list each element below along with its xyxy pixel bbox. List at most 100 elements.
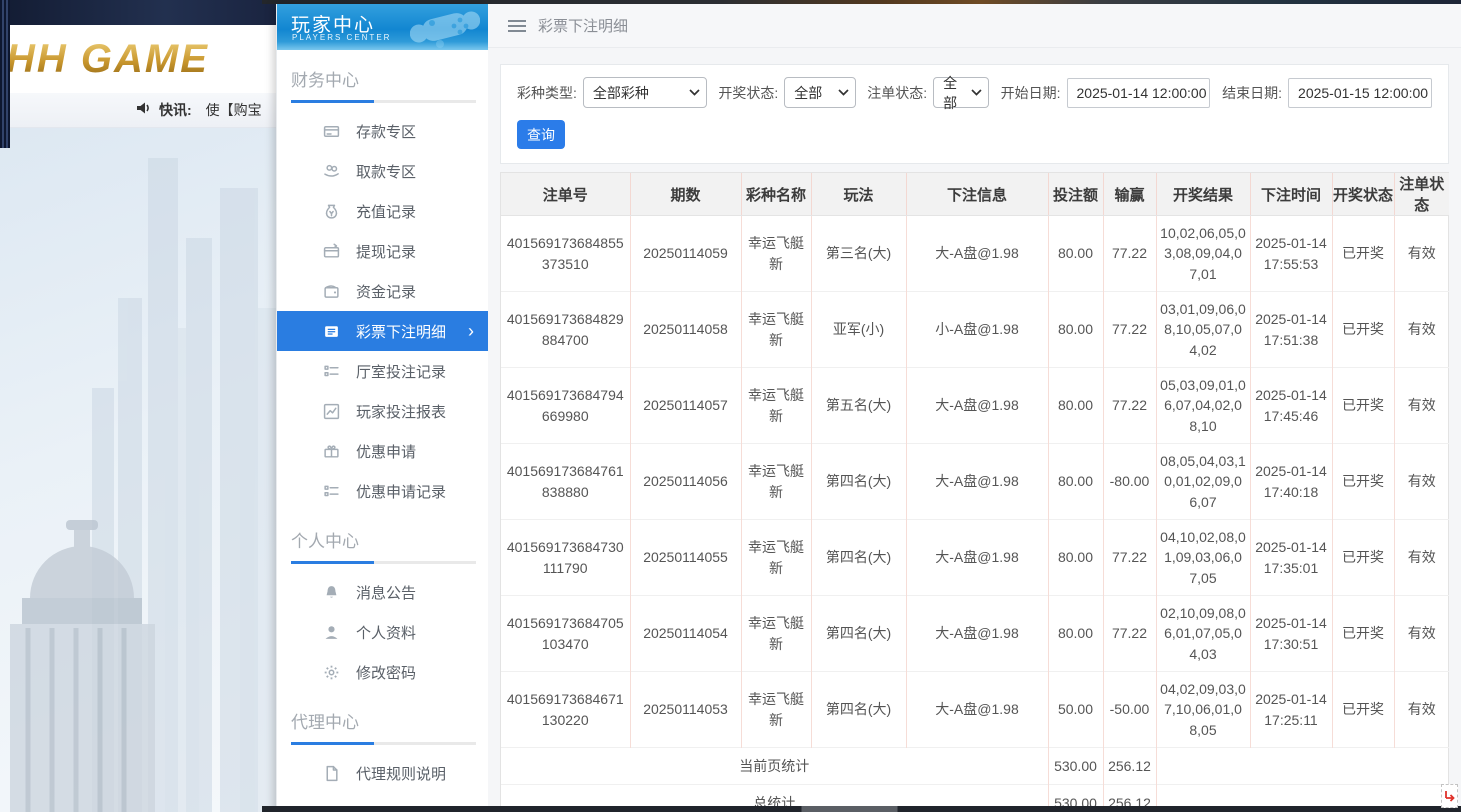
sidebar-item-资金记录[interactable]: 资金记录: [277, 271, 488, 311]
sidebar-item-修改密码[interactable]: 修改密码: [277, 652, 488, 692]
page: HH GAME 快讯: 使【购宝 玩家中心 PLAYERS CENTER: [0, 0, 1461, 812]
column-header-开奖结果: 开奖结果: [1156, 173, 1250, 216]
table-cell: 10,02,06,05,03,08,09,04,07,01: [1156, 216, 1250, 292]
sidebar-subtitle: PLAYERS CENTER: [292, 33, 391, 42]
table-cell: 已开奖: [1332, 368, 1394, 444]
draw-status-select[interactable]: 全部: [784, 77, 855, 108]
column-header-注单状态: 注单状态: [1394, 173, 1449, 216]
table-cell: 2025-01-14 17:40:18: [1250, 444, 1332, 520]
column-header-彩种名称: 彩种名称: [741, 173, 811, 216]
page-title: 彩票下注明细: [538, 15, 628, 36]
table-cell: 80.00: [1048, 520, 1103, 596]
table-cell: -80.00: [1103, 444, 1156, 520]
table-cell: 大-A盘@1.98: [906, 368, 1048, 444]
sidebar-item-label: 玩家投注报表: [356, 401, 446, 422]
order-status-value: 全部: [943, 73, 971, 113]
sidebar-item-厅室投注记录[interactable]: 厅室投注记录: [277, 351, 488, 391]
sidebar-section-title: 代理中心: [291, 708, 476, 733]
table-cell: 04,02,09,03,07,10,06,01,08,05: [1156, 672, 1250, 748]
table-cell: 2025-01-14 17:45:46: [1250, 368, 1332, 444]
column-header-下注信息: 下注信息: [906, 173, 1048, 216]
withdraw-hand-icon: [323, 163, 340, 180]
hamburger-menu-icon[interactable]: [508, 19, 526, 33]
table-cell: 已开奖: [1332, 672, 1394, 748]
sidebar-item-取款专区[interactable]: 取款专区: [277, 151, 488, 191]
sidebar-item-label: 存款专区: [356, 121, 416, 142]
sidebar-item-消息公告[interactable]: 消息公告: [277, 572, 488, 612]
table-cell: 小-A盘@1.98: [906, 292, 1048, 368]
summary-row: 当前页统计530.00256.12: [501, 748, 1449, 785]
table-cell: 77.22: [1103, 596, 1156, 672]
lottery-type-select[interactable]: 全部彩种: [583, 77, 707, 108]
background-bottom-bar: [262, 806, 1461, 812]
end-date-input[interactable]: 2025-01-15 12:00:00: [1288, 78, 1432, 108]
table-cell: 04,10,02,08,01,09,03,06,07,05: [1156, 520, 1250, 596]
lottery-type-label: 彩种类型:: [517, 83, 577, 103]
column-header-期数: 期数: [630, 173, 741, 216]
sidebar-item-彩票下注明细[interactable]: 彩票下注明细›: [277, 311, 488, 351]
sidebar-item-label: 厅室投注记录: [356, 361, 446, 382]
bell-icon: [323, 584, 340, 601]
table-cell: 亚军(小): [811, 292, 906, 368]
table-cell: 20250114056: [630, 444, 741, 520]
table-cell: 80.00: [1048, 368, 1103, 444]
table-cell: 2025-01-14 17:25:11: [1250, 672, 1332, 748]
table-cell: 幸运飞艇新: [741, 520, 811, 596]
table-cell: 幸运飞艇新: [741, 292, 811, 368]
table-row: 40156917368482988470020250114058幸运飞艇新亚军(…: [501, 292, 1449, 368]
sidebar-item-优惠申请[interactable]: 优惠申请: [277, 431, 488, 471]
table-cell: 77.22: [1103, 520, 1156, 596]
table-cell: 大-A盘@1.98: [906, 520, 1048, 596]
table-cell: 80.00: [1048, 292, 1103, 368]
table-cell: 有效: [1394, 216, 1449, 292]
sidebar-section-title: 财务中心: [291, 66, 476, 91]
column-header-下注时间: 下注时间: [1250, 173, 1332, 216]
sidebar-item-优惠申请记录[interactable]: 优惠申请记录: [277, 471, 488, 511]
table-row: 40156917368473011179020250114055幸运飞艇新第四名…: [501, 520, 1449, 596]
table-cell: 大-A盘@1.98: [906, 596, 1048, 672]
gift-icon: [323, 443, 340, 460]
list-icon: [323, 363, 340, 380]
table-cell: 401569173684761838880: [501, 444, 630, 520]
list-detail-icon: [323, 323, 340, 340]
table-cell: 已开奖: [1332, 292, 1394, 368]
column-header-投注额: 投注额: [1048, 173, 1103, 216]
start-date-input[interactable]: 2025-01-14 12:00:00: [1067, 78, 1211, 108]
gear-icon: [323, 664, 340, 681]
sidebar-item-充值记录[interactable]: 充值记录: [277, 191, 488, 231]
table-cell: 有效: [1394, 520, 1449, 596]
column-header-开奖状态: 开奖状态: [1332, 173, 1394, 216]
table-cell: 已开奖: [1332, 596, 1394, 672]
section-divider: [291, 561, 476, 564]
table-cell: 401569173684855373510: [501, 216, 630, 292]
table-cell: 有效: [1394, 672, 1449, 748]
sidebar-item-代理规则说明[interactable]: 代理规则说明: [277, 753, 488, 793]
sidebar-item-玩家投注报表[interactable]: 玩家投注报表: [277, 391, 488, 431]
ticker-label: 快讯:: [159, 100, 192, 120]
sidebar-section-title: 个人中心: [291, 527, 476, 552]
table-cell: 05,03,09,01,06,07,04,02,08,10: [1156, 368, 1250, 444]
sidebar-item-存款专区[interactable]: 存款专区: [277, 111, 488, 151]
chevron-down-icon: [838, 89, 849, 96]
sidebar-item-提现记录[interactable]: 提现记录: [277, 231, 488, 271]
table-header-row: 注单号期数彩种名称玩法下注信息投注额输赢开奖结果下注时间开奖状态注单状态: [501, 173, 1449, 216]
sidebar-item-个人资料[interactable]: 个人资料: [277, 612, 488, 652]
chevron-right-icon: ›: [468, 322, 474, 340]
start-date-label: 开始日期:: [1001, 83, 1061, 103]
document-icon: [323, 765, 340, 782]
table-cell: 幸运飞艇新: [741, 368, 811, 444]
summary-winloss-total: 256.12: [1103, 748, 1156, 785]
table-cell: 50.00: [1048, 672, 1103, 748]
order-status-select[interactable]: 全部: [933, 77, 989, 108]
table-cell: 20250114058: [630, 292, 741, 368]
table-cell: 幸运飞艇新: [741, 596, 811, 672]
table-row: 40156917368476183888020250114056幸运飞艇新第四名…: [501, 444, 1449, 520]
table-cell: 77.22: [1103, 292, 1156, 368]
wallet-icon: [323, 283, 340, 300]
table-cell: 2025-01-14 17:35:01: [1250, 520, 1332, 596]
search-button[interactable]: 查询: [517, 120, 565, 149]
bets-table-card: 注单号期数彩种名称玩法下注信息投注额输赢开奖结果下注时间开奖状态注单状态 401…: [500, 172, 1449, 812]
column-header-玩法: 玩法: [811, 173, 906, 216]
table-cell: 有效: [1394, 292, 1449, 368]
column-header-输赢: 输赢: [1103, 173, 1156, 216]
